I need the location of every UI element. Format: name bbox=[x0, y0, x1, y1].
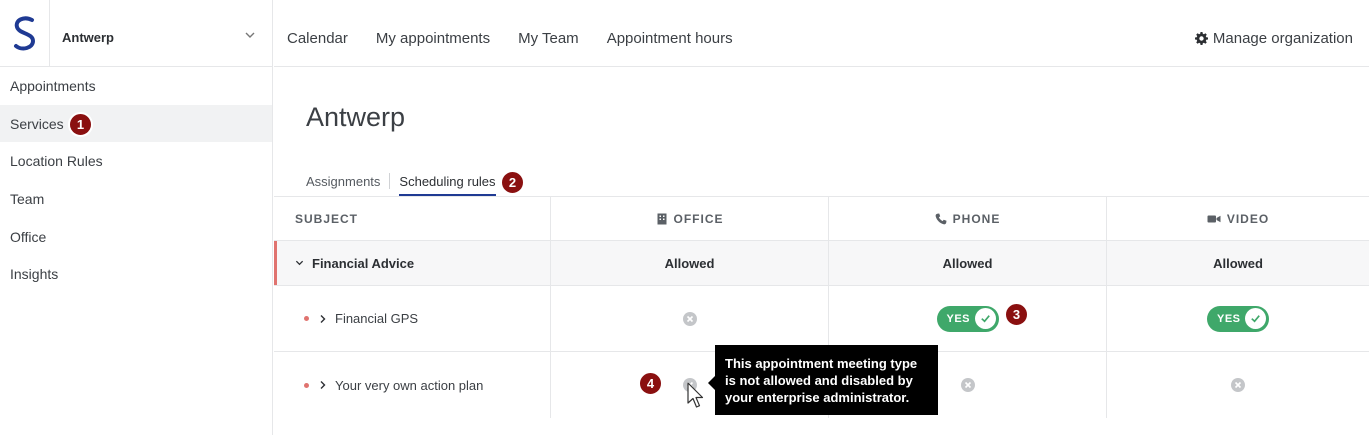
sidebar-nav: Appointments Services Location Rules Tea… bbox=[0, 67, 272, 293]
annotation-badge-2: 2 bbox=[500, 170, 525, 195]
toggle-knob bbox=[1245, 308, 1266, 329]
tab-divider bbox=[389, 173, 391, 189]
chevron-down-icon[interactable] bbox=[244, 30, 256, 40]
chevron-down-icon[interactable] bbox=[295, 259, 304, 267]
disabled-circle-x-icon bbox=[682, 311, 697, 326]
row-phone-cell: YES bbox=[829, 286, 1107, 351]
building-icon bbox=[657, 213, 666, 224]
brand-logo-icon bbox=[13, 15, 35, 50]
video-toggle[interactable]: YES bbox=[1207, 305, 1269, 332]
row-office-cell bbox=[551, 286, 829, 351]
toggle-knob bbox=[974, 308, 996, 329]
video-camera-icon bbox=[1207, 215, 1221, 222]
group-video-cell: Allowed bbox=[1213, 255, 1263, 271]
top-nav-appointment-hours[interactable]: Appointment hours bbox=[607, 30, 733, 47]
tab-scheduling-rules[interactable]: Scheduling rules bbox=[399, 174, 496, 197]
sub-tabs: Assignments Scheduling rules bbox=[306, 173, 496, 197]
phone-icon bbox=[935, 213, 947, 224]
row-subject-cell[interactable]: Your very own action plan bbox=[274, 352, 551, 418]
group-phone-cell: Allowed bbox=[829, 241, 1107, 285]
row-subject-cell[interactable]: Financial GPS bbox=[274, 286, 551, 351]
header-subject: SUBJECT bbox=[274, 197, 551, 240]
page-title: Antwerp bbox=[306, 102, 406, 132]
organization-switcher[interactable]: Antwerp bbox=[0, 0, 273, 67]
disabled-circle-x-icon bbox=[961, 378, 975, 392]
sidebar: Antwerp Appointments Services Location R… bbox=[0, 0, 273, 435]
table-header-row: SUBJECT OFFICE PHONE VIDEO bbox=[274, 197, 1369, 241]
annotation-badge-4: 4 bbox=[638, 371, 663, 396]
mouse-cursor-icon bbox=[687, 382, 704, 408]
top-nav: Calendar My appointments My Team Appoint… bbox=[287, 30, 733, 47]
sidebar-item-location-rules[interactable]: Location Rules bbox=[0, 142, 272, 180]
top-nav-calendar[interactable]: Calendar bbox=[287, 30, 348, 47]
annotation-badge-3: 3 bbox=[1004, 302, 1029, 327]
top-nav-my-team[interactable]: My Team bbox=[518, 30, 579, 47]
group-subject-cell[interactable]: Financial Advice bbox=[274, 241, 551, 285]
annotation-badge-1: 1 bbox=[68, 112, 93, 137]
disabled-circle-x-icon bbox=[1231, 378, 1245, 392]
row-video-cell: YES bbox=[1107, 286, 1369, 351]
table-row-group[interactable]: Financial Advice Allowed Allowed Allowed bbox=[274, 241, 1369, 286]
group-office-cell: Allowed bbox=[551, 241, 829, 285]
sidebar-item-appointments[interactable]: Appointments bbox=[0, 67, 272, 105]
sidebar-item-team[interactable]: Team bbox=[0, 180, 272, 218]
status-dot bbox=[304, 382, 309, 388]
phone-toggle[interactable]: YES bbox=[936, 305, 999, 332]
gear-icon bbox=[1194, 32, 1208, 45]
row-video-cell bbox=[1107, 352, 1369, 418]
top-navigation-bar: Calendar My appointments My Team Appoint… bbox=[274, 0, 1369, 67]
manage-organization-link[interactable]: Manage organization bbox=[1194, 30, 1353, 47]
sidebar-item-services[interactable]: Services bbox=[0, 104, 272, 143]
sidebar-item-insights[interactable]: Insights bbox=[0, 255, 272, 293]
status-dot bbox=[304, 316, 309, 321]
top-nav-my-appointments[interactable]: My appointments bbox=[376, 30, 490, 47]
organization-name: Antwerp bbox=[62, 30, 114, 45]
chevron-right-icon[interactable] bbox=[319, 314, 327, 324]
disabled-tooltip: This appointment meeting type is not all… bbox=[708, 345, 938, 415]
header-phone: PHONE bbox=[829, 197, 1107, 240]
check-icon bbox=[1251, 315, 1260, 323]
check-icon bbox=[980, 315, 990, 323]
brand-logo[interactable] bbox=[0, 0, 50, 67]
header-video: VIDEO bbox=[1107, 197, 1369, 240]
table-row[interactable]: Financial GPS YES YES bbox=[274, 286, 1369, 352]
header-office: OFFICE bbox=[551, 197, 829, 240]
tab-assignments[interactable]: Assignments bbox=[306, 174, 380, 189]
chevron-right-icon[interactable] bbox=[319, 380, 327, 390]
sidebar-item-office[interactable]: Office bbox=[0, 218, 272, 256]
